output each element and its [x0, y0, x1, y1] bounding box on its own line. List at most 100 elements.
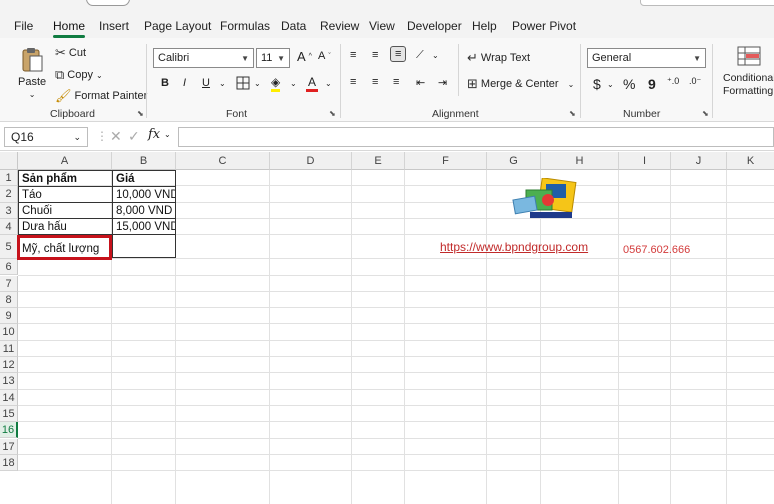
increase-indent-icon[interactable]: ⇥	[438, 76, 447, 89]
align-top-icon[interactable]: ≡	[350, 49, 356, 61]
row-header-14[interactable]: 14	[0, 389, 18, 406]
chevron-down-icon[interactable]: ⌄	[325, 79, 332, 88]
row-header-9[interactable]: 9	[0, 308, 18, 325]
percent-button[interactable]: %	[623, 76, 635, 92]
align-center-icon[interactable]: ≡	[372, 76, 378, 88]
row-header-1[interactable]: 1	[0, 170, 18, 187]
comma-button[interactable]: 9	[648, 76, 656, 92]
column-header-E[interactable]: E	[352, 152, 405, 170]
tab-file[interactable]: File	[14, 19, 33, 33]
cell-B3[interactable]: 8,000 VND	[112, 202, 176, 219]
cell-B1[interactable]: Giá	[112, 170, 176, 187]
align-middle-icon[interactable]: ≡	[372, 49, 378, 61]
column-header-G[interactable]: G	[487, 152, 541, 170]
row-header-8[interactable]: 8	[0, 291, 18, 309]
column-header-A[interactable]: A	[18, 152, 112, 170]
row-header-6[interactable]: 6	[0, 259, 18, 276]
cell-B4[interactable]: 15,000 VND	[112, 218, 176, 235]
column-header-B[interactable]: B	[112, 152, 176, 170]
tab-developer[interactable]: Developer	[407, 19, 462, 33]
enter-icon[interactable]: ✓	[128, 128, 140, 145]
row-header-2[interactable]: 2	[0, 186, 18, 203]
row-header-4[interactable]: 4	[0, 218, 18, 236]
decrease-indent-icon[interactable]: ⇤	[416, 76, 425, 89]
column-header-D[interactable]: D	[270, 152, 352, 170]
dialog-launcher-icon[interactable]: ⬊	[569, 109, 576, 118]
column-header-H[interactable]: H	[541, 152, 619, 170]
column-header-C[interactable]: C	[176, 152, 270, 170]
chevron-down-icon[interactable]: ⌄	[607, 80, 614, 89]
cell-A4[interactable]: Dưa hấu	[18, 218, 113, 235]
tab-help[interactable]: Help	[472, 19, 497, 33]
row-header-13[interactable]: 13	[0, 373, 18, 390]
dialog-launcher-icon[interactable]: ⬊	[137, 109, 144, 118]
website-link[interactable]: https://www.bpndgroup.com	[440, 240, 588, 254]
chevron-down-icon[interactable]: ⌄	[164, 130, 171, 139]
row-header-7[interactable]: 7	[0, 275, 18, 292]
bold-button[interactable]: B	[161, 77, 169, 89]
font-color-button[interactable]: A	[306, 75, 319, 92]
italic-button[interactable]: I	[183, 77, 186, 89]
orientation-icon[interactable]: ⟋	[416, 49, 424, 62]
conditional-formatting-button[interactable]: Conditional Formatting	[723, 72, 774, 97]
currency-button[interactable]: $	[593, 76, 601, 92]
column-header-K[interactable]: K	[727, 152, 774, 170]
underline-button[interactable]: U	[202, 77, 210, 89]
cell-A3[interactable]: Chuối	[18, 202, 113, 219]
chevron-down-icon[interactable]: ⌄	[432, 51, 439, 60]
cut-button[interactable]: ✂ Cut	[55, 45, 86, 61]
row-header-3[interactable]: 3	[0, 202, 18, 219]
cell-B5[interactable]	[112, 234, 176, 258]
chevron-down-icon[interactable]: ⌄	[290, 79, 297, 88]
align-bottom-icon[interactable]: ≡	[390, 46, 407, 62]
number-format-select[interactable]: General ▼	[587, 48, 706, 68]
tab-page-layout[interactable]: Page Layout	[144, 19, 211, 33]
column-header-F[interactable]: F	[405, 152, 487, 170]
decrease-decimal-icon[interactable]: .0⁻	[689, 76, 701, 87]
chevron-down-icon[interactable]: ⌄	[254, 79, 261, 88]
tab-data[interactable]: Data	[281, 19, 306, 33]
select-all-corner[interactable]	[0, 152, 18, 170]
row-header-5[interactable]: 5	[0, 235, 18, 260]
formula-input[interactable]	[178, 127, 774, 147]
tab-home[interactable]: Home	[53, 19, 86, 38]
cell-B2[interactable]: 10,000 VND	[112, 186, 176, 203]
tab-review[interactable]: Review	[320, 19, 359, 33]
increase-decimal-icon[interactable]: ⁺.0	[667, 76, 679, 87]
tab-power-pivot[interactable]: Power Pivot	[512, 19, 576, 33]
row-header-17[interactable]: 17	[0, 438, 18, 455]
name-box[interactable]: Q16 ⌄	[4, 127, 88, 147]
fill-color-button[interactable]: ◈	[271, 75, 281, 92]
wrap-text-button[interactable]: ↵ Wrap Text	[467, 50, 530, 66]
dialog-launcher-icon[interactable]: ⬊	[329, 109, 336, 118]
row-header-11[interactable]: 11	[0, 340, 18, 357]
format-painter-button[interactable]: 🖌 Format Painter	[55, 88, 147, 104]
column-header-J[interactable]: J	[671, 152, 727, 170]
search-box[interactable]	[640, 0, 774, 6]
paste-button[interactable]: Paste ⌄	[18, 46, 46, 99]
font-name-select[interactable]: Calibri ▼	[153, 48, 254, 68]
tab-insert[interactable]: Insert	[99, 19, 129, 33]
spreadsheet-grid[interactable]: ABCDEFGHIJK 1 2 3 4 5 6 7 8 9 10 11 12 13 14 15 16 17 18 …	[0, 152, 774, 504]
align-right-icon[interactable]: ≡	[393, 76, 399, 88]
row-header-10[interactable]: 10	[0, 324, 18, 341]
shrink-font-button[interactable]: Aˇ	[318, 50, 331, 62]
font-size-select[interactable]: 11 ▼	[256, 48, 290, 68]
copy-button[interactable]: ⧉ Copy ⌄	[55, 67, 103, 83]
cancel-icon[interactable]: ✕	[110, 128, 122, 145]
cell-A1[interactable]: Sản phẩm	[18, 170, 113, 187]
chevron-down-icon[interactable]: ⌄	[219, 79, 226, 88]
tab-formulas[interactable]: Formulas	[220, 19, 270, 33]
dialog-launcher-icon[interactable]: ⬊	[702, 109, 709, 118]
borders-icon[interactable]	[236, 76, 250, 90]
row-header-12[interactable]: 12	[0, 357, 18, 374]
align-left-icon[interactable]: ≡	[350, 76, 356, 88]
row-header-18[interactable]: 18	[0, 454, 18, 472]
column-header-I[interactable]: I	[619, 152, 671, 170]
row-header-16[interactable]: 16	[0, 422, 18, 439]
autosave-toggle[interactable]	[86, 0, 130, 6]
merge-center-button[interactable]: ⊞ Merge & Center ⌄	[467, 76, 574, 92]
insert-function-icon[interactable]: fx	[148, 127, 160, 142]
row-header-15[interactable]: 15	[0, 405, 18, 423]
grow-font-button[interactable]: A ^	[297, 49, 312, 64]
